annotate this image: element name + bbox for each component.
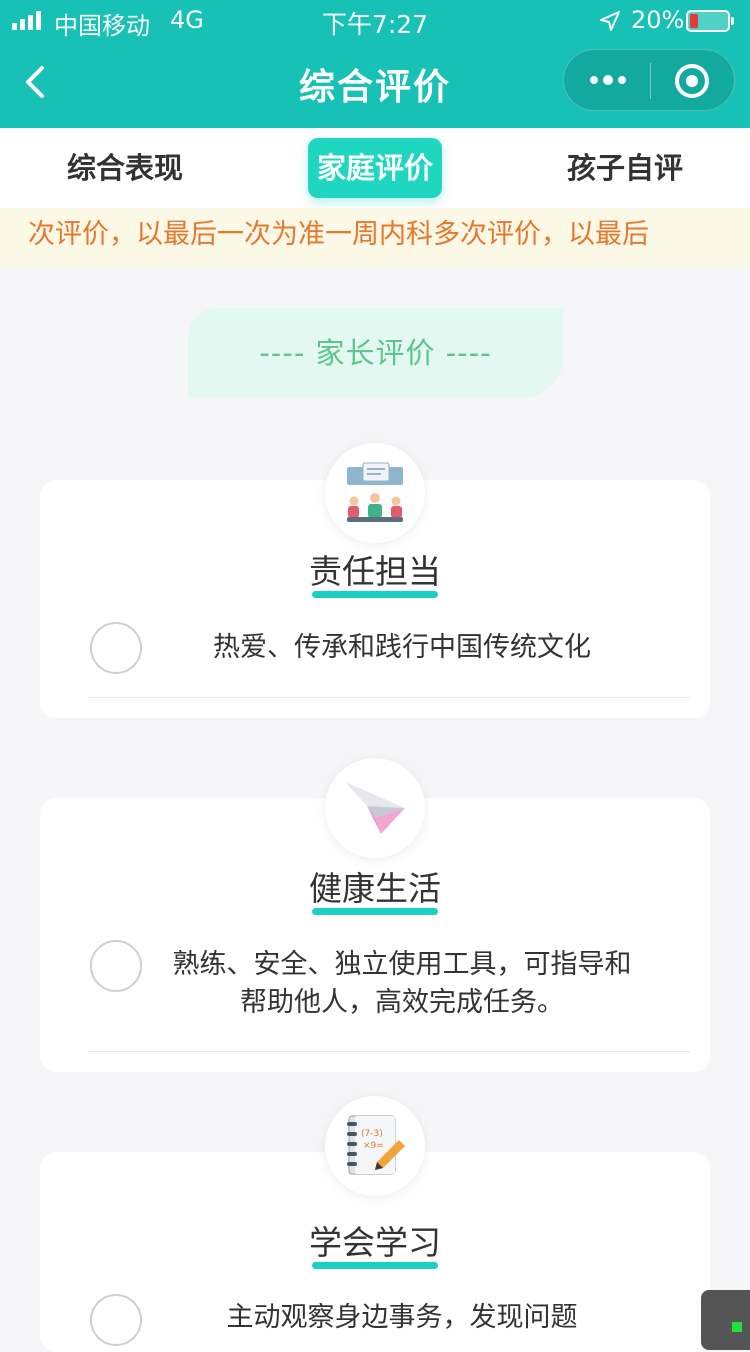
evaluation-item: 主动观察身边事务，发现问题 xyxy=(226,1302,578,1333)
status-bar: 中国移动 4G 下午7:27 20% xyxy=(0,0,750,42)
section-title: ---- 家长评价 ---- xyxy=(188,308,563,398)
notebook-icon: (7-3) ×9= xyxy=(325,1096,425,1196)
evaluation-item: 熟练、安全、独立使用工具，可指导和 帮助他人，高效完成任务。 xyxy=(156,946,648,1022)
evaluation-item: 热爱、传承和践行中国传统文化 xyxy=(213,632,591,663)
status-indicator-icon xyxy=(732,1322,742,1332)
tab-bar: 综合表现 家庭评价 孩子自评 xyxy=(0,128,750,208)
notice-text: 次评价，以最后一次为准一周内科多次评价，以最后 xyxy=(28,219,649,250)
notice-marquee: 次评价，以最后一次为准一周内科多次评价，以最后 xyxy=(0,208,750,268)
svg-text:×9=: ×9= xyxy=(363,1141,384,1151)
divider xyxy=(88,1051,690,1052)
meeting-icon xyxy=(325,443,425,543)
evaluation-item-line: 熟练、安全、独立使用工具，可指导和 xyxy=(172,949,632,980)
category-underline xyxy=(312,908,438,915)
category-title: 健康生活 xyxy=(309,869,441,908)
radio-button[interactable] xyxy=(90,1294,142,1346)
more-icon[interactable] xyxy=(588,68,628,92)
svg-text:(7-3): (7-3) xyxy=(361,1129,383,1139)
category-title: 学会学习 xyxy=(309,1223,441,1262)
battery-percent: 20% xyxy=(631,6,685,34)
category-title: 责任担当 xyxy=(309,552,441,591)
paper-plane-icon xyxy=(325,758,425,858)
tab-family[interactable]: 家庭评价 xyxy=(308,138,442,198)
battery-icon xyxy=(686,10,734,32)
capsule-divider xyxy=(650,63,651,99)
divider xyxy=(88,697,690,698)
location-arrow-icon xyxy=(600,11,620,31)
category-underline xyxy=(312,591,438,598)
floating-debug-button[interactable] xyxy=(701,1290,750,1350)
mini-program-capsule xyxy=(563,49,735,111)
close-target-icon[interactable] xyxy=(674,63,710,99)
evaluation-item-line: 帮助他人，高效完成任务。 xyxy=(240,987,564,1018)
category-underline xyxy=(312,1262,438,1269)
battery-level xyxy=(690,14,698,28)
tab-overall[interactable]: 综合表现 xyxy=(40,138,210,198)
radio-button[interactable] xyxy=(90,940,142,992)
tab-self[interactable]: 孩子自评 xyxy=(540,138,710,198)
navigation-bar: 中国移动 4G 下午7:27 20% 综合评价 xyxy=(0,0,750,128)
radio-button[interactable] xyxy=(90,622,142,674)
